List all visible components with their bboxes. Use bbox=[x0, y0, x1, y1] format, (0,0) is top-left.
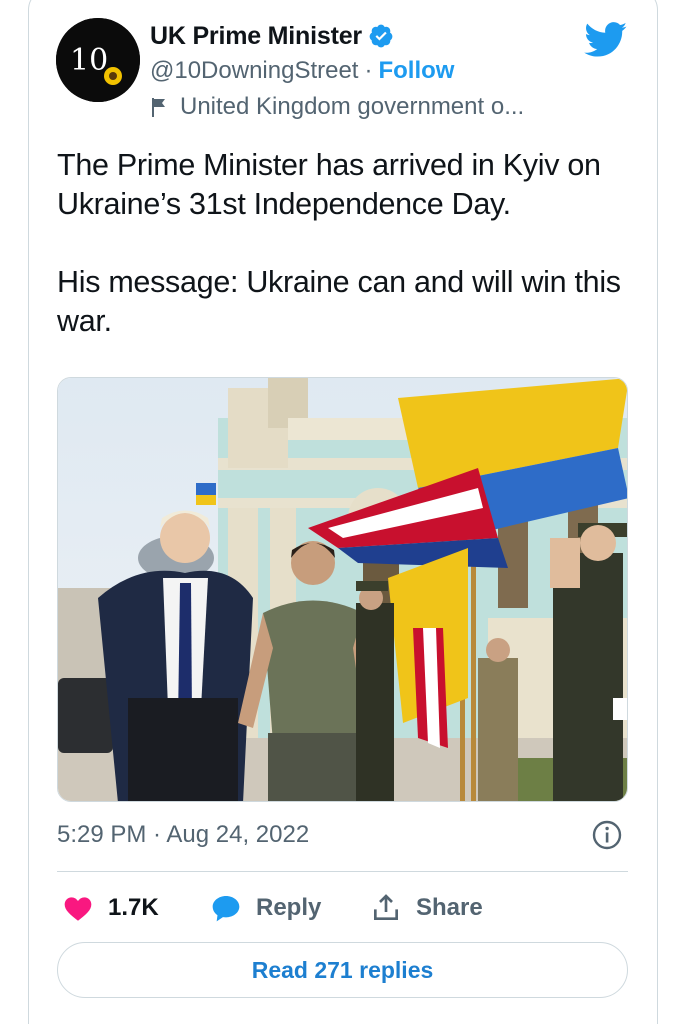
display-name-row[interactable]: UK Prime Minister bbox=[150, 20, 394, 52]
separator-dot: · bbox=[364, 57, 373, 84]
reply-label: Reply bbox=[256, 894, 322, 921]
affiliation-label[interactable]: United Kingdom government o... bbox=[150, 92, 524, 122]
flag-icon bbox=[152, 98, 165, 117]
share-label: Share bbox=[416, 894, 483, 921]
photo-image bbox=[58, 378, 627, 801]
tweet-text: The Prime Minister has arrived in Kyiv o… bbox=[57, 146, 647, 341]
verified-badge-icon bbox=[369, 24, 393, 48]
speech-bubble-icon bbox=[212, 896, 240, 922]
read-replies-button[interactable]: Read 271 replies bbox=[57, 942, 628, 998]
avatar-logo-icon: 10 bbox=[56, 18, 140, 102]
action-bar: 1.7K Reply Share bbox=[57, 888, 628, 928]
svg-text:10: 10 bbox=[70, 43, 108, 78]
tweet-photo[interactable] bbox=[57, 377, 628, 802]
tweet-paragraph: His message: Ukraine can and will win th… bbox=[57, 265, 621, 338]
share-icon bbox=[374, 894, 398, 920]
heart-icon bbox=[64, 897, 92, 921]
like-button[interactable]: 1.7K bbox=[62, 888, 159, 928]
twitter-bird-icon[interactable] bbox=[584, 22, 628, 58]
handle[interactable]: @10DowningStreet bbox=[150, 57, 358, 85]
timestamp[interactable]: 5:29 PM · Aug 24, 2022 bbox=[57, 818, 309, 852]
reply-button[interactable]: Reply bbox=[210, 888, 321, 928]
like-count: 1.7K bbox=[108, 894, 159, 921]
divider bbox=[57, 871, 628, 872]
share-button[interactable]: Share bbox=[370, 888, 483, 928]
follow-button[interactable]: Follow bbox=[378, 57, 454, 85]
avatar[interactable]: 10 bbox=[56, 18, 140, 102]
affiliation-text: United Kingdom government o... bbox=[180, 93, 525, 120]
display-name[interactable]: UK Prime Minister bbox=[150, 22, 362, 51]
handle-row: @10DowningStreet · Follow bbox=[150, 56, 454, 86]
tweet-paragraph: The Prime Minister has arrived in Kyiv o… bbox=[57, 148, 601, 221]
info-icon[interactable] bbox=[591, 819, 623, 851]
